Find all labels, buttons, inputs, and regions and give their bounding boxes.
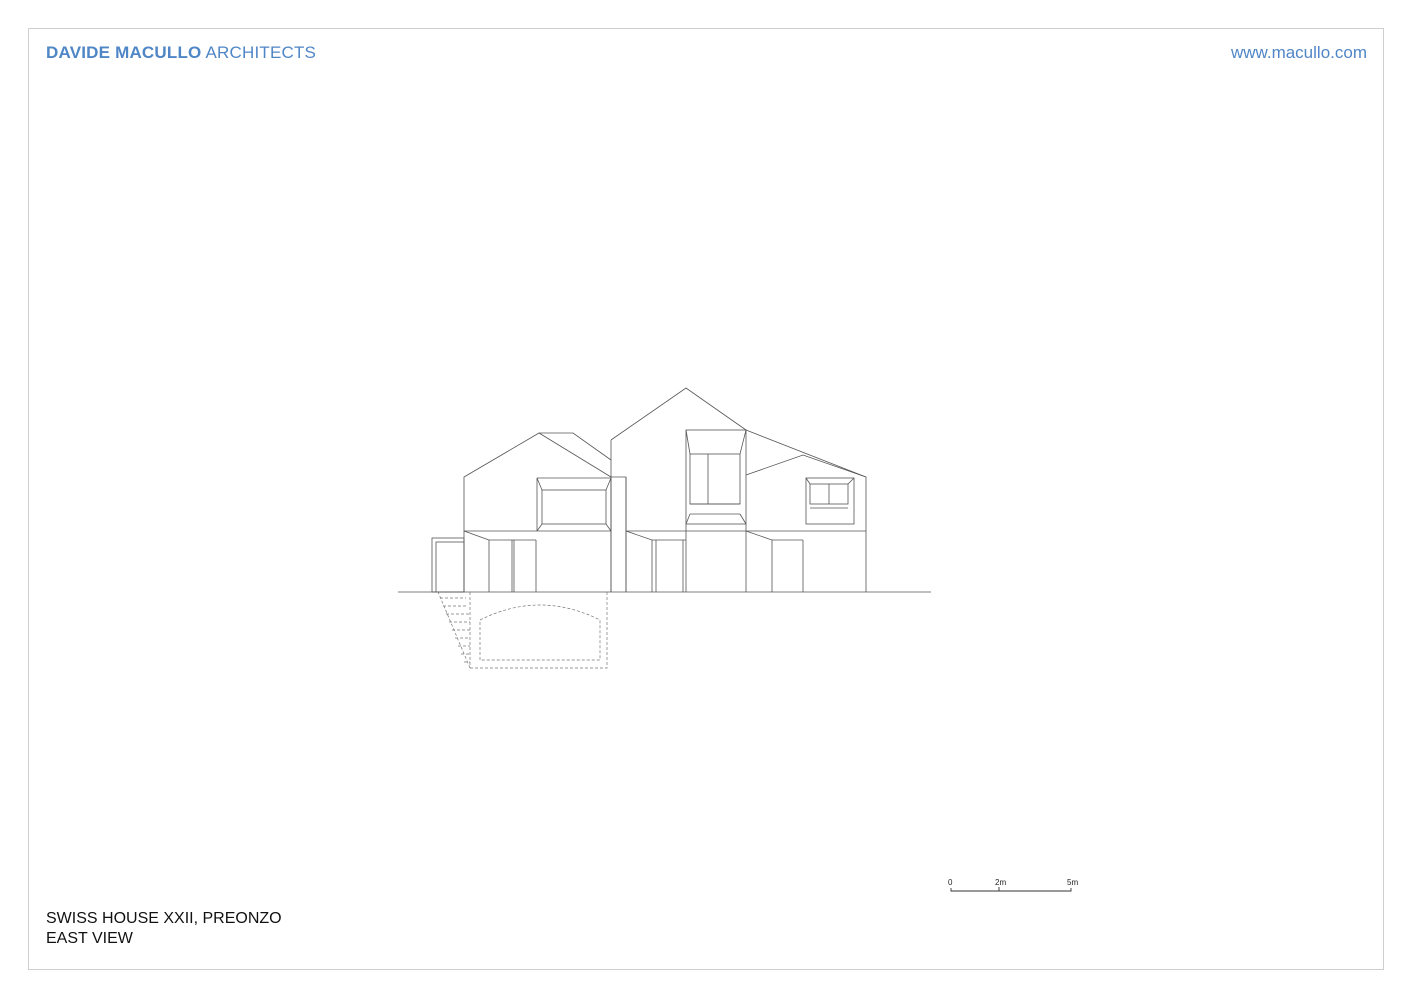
scale-bar: 0 2m 5m (948, 878, 1078, 892)
right-house-volume (745, 429, 867, 592)
project-title: SWISS HOUSE XXII, PREONZO (46, 910, 282, 927)
underground-structure (437, 591, 608, 669)
scale-label-5m: 5m (1067, 878, 1078, 887)
scale-label-0: 0 (948, 878, 953, 887)
east-elevation-drawing: 0 2m 5m (398, 387, 1078, 892)
central-house-volume (610, 387, 747, 592)
scale-label-2m: 2m (995, 878, 1006, 887)
left-house-volume (463, 432, 612, 592)
view-title: EAST VIEW (46, 930, 133, 947)
title-block: SWISS HOUSE XXII, PREONZO EAST VIEW (46, 909, 282, 949)
garage-annex (431, 537, 465, 593)
